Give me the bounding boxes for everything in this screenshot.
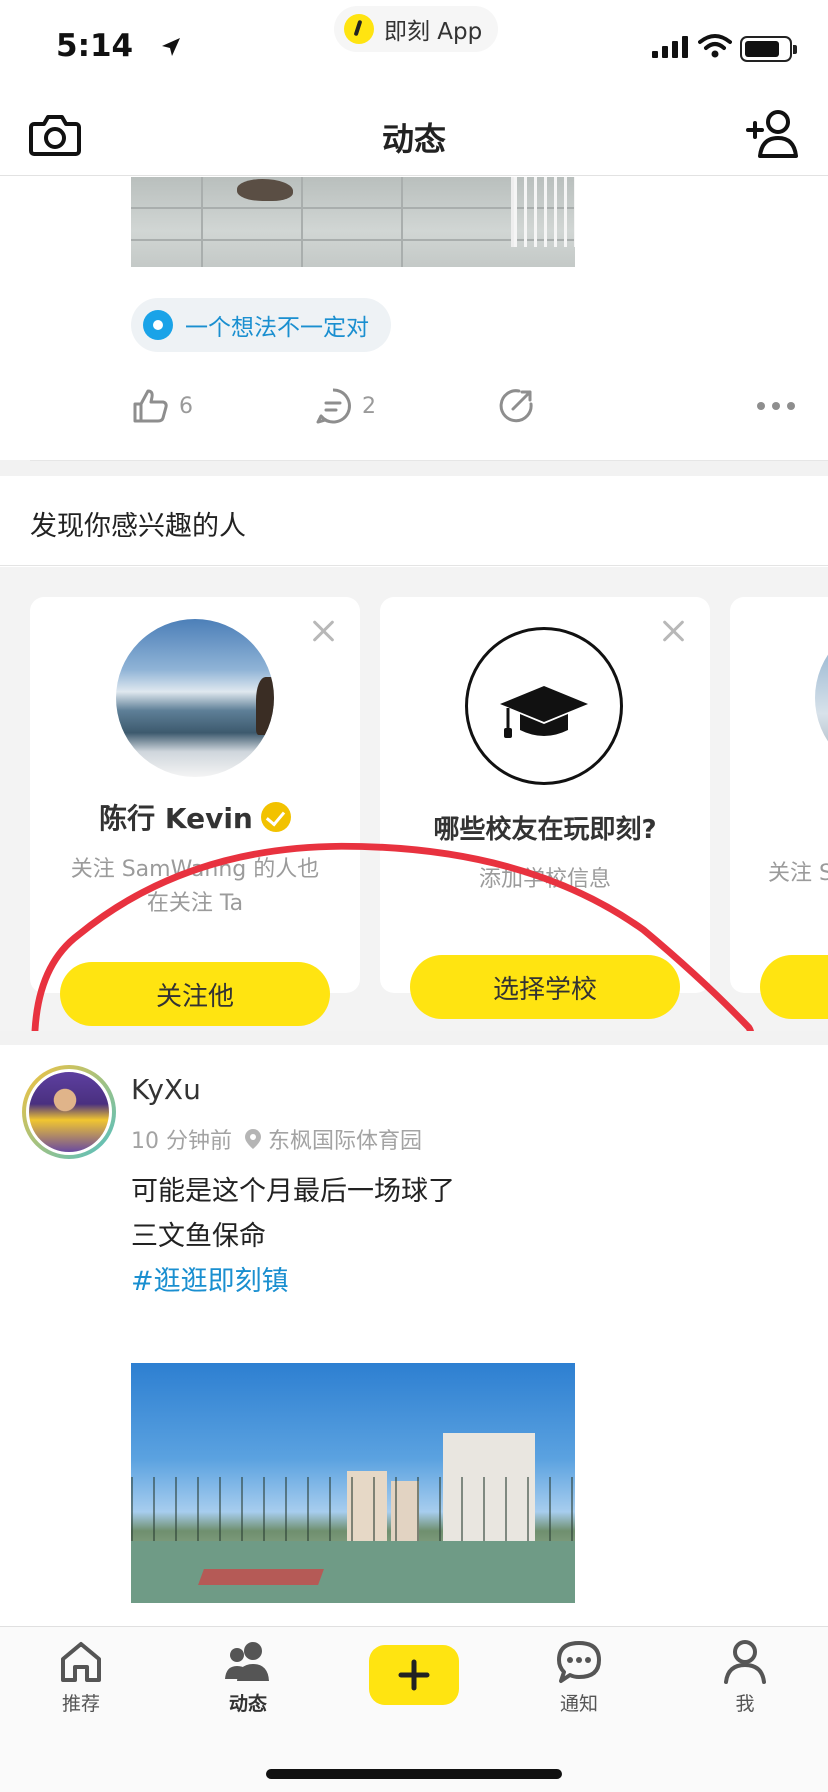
school-card[interactable]: 哪些校友在玩即刻? 添加学校信息 选择学校 — [380, 597, 710, 1019]
add-friend-icon[interactable] — [746, 108, 802, 160]
topic-label: 一个想法不一定对 — [185, 315, 369, 341]
avatar[interactable] — [22, 1065, 116, 1159]
plus-icon — [398, 1659, 430, 1691]
reason-line-2: 在关注 Ta — [146, 891, 244, 916]
post-text: 可能是这个月最后一场球了 三文鱼保命 #逛逛即刻镇 — [131, 1169, 455, 1304]
tab-recommend-label: 推荐 — [61, 1693, 100, 1715]
more-icon — [757, 402, 795, 410]
topic-chip[interactable]: 一个想法不一定对 — [131, 298, 391, 352]
post-meta: 10 分钟前 东枫国际体育园 — [131, 1123, 422, 1155]
feed-post[interactable]: KyXu 10 分钟前 东枫国际体育园 可能是这个月最后一场球了 三文鱼保命 #… — [0, 1045, 828, 1627]
school-card-title: 哪些校友在玩即刻? — [433, 815, 657, 845]
discover-header: 发现你感兴趣的人 — [0, 476, 828, 566]
school-card-subtitle: 添加学校信息 — [478, 867, 611, 892]
jike-logo-icon — [344, 14, 374, 44]
thumbs-up-icon — [133, 389, 168, 423]
tab-me-label: 我 — [735, 1693, 755, 1715]
section-divider — [0, 460, 828, 476]
tab-notifications[interactable]: 通知 — [534, 1639, 624, 1716]
tab-notifications-label: 通知 — [559, 1693, 598, 1715]
graduation-cap-icon — [465, 627, 623, 785]
people-icon — [225, 1642, 269, 1681]
status-time: 5:14 — [56, 28, 134, 64]
avatar[interactable] — [815, 619, 828, 777]
follow-button[interactable] — [760, 955, 828, 1019]
more-options-button[interactable] — [756, 401, 796, 411]
top-nav-bar: 动态 — [0, 100, 828, 176]
recommend-reason: 关注 SamWanng 的人也 在关注 Ta — [50, 853, 340, 921]
like-count: 6 — [179, 393, 193, 419]
home-indicator[interactable] — [266, 1769, 562, 1779]
comment-icon — [316, 388, 351, 424]
post-location[interactable]: 东枫国际体育园 — [268, 1123, 422, 1155]
post-image[interactable] — [131, 1363, 575, 1603]
like-button[interactable]: 6 — [131, 387, 193, 425]
topic-icon — [143, 310, 173, 340]
user-profile-icon — [724, 1640, 766, 1684]
page-title: 动态 — [381, 120, 446, 158]
tab-me[interactable]: 我 — [700, 1639, 790, 1716]
post-author[interactable]: KyXu — [131, 1073, 201, 1106]
home-icon — [61, 1642, 101, 1682]
new-post-button[interactable] — [369, 1645, 459, 1705]
bottom-tab-bar: 推荐 动态 通知 我 — [0, 1626, 828, 1792]
comment-count: 2 — [362, 393, 376, 419]
railing-in-photo — [511, 177, 575, 247]
post-text-line-2: 三文鱼保命 — [131, 1221, 266, 1252]
post-image[interactable] — [131, 177, 575, 267]
bird-in-photo — [237, 179, 293, 201]
close-icon[interactable] — [660, 617, 688, 645]
app-pill-label: 即刻 App — [384, 19, 483, 45]
follow-button[interactable]: 关注他 — [60, 962, 330, 1026]
avatar[interactable] — [116, 619, 274, 777]
location-arrow-icon — [162, 38, 180, 56]
user-name[interactable]: 陈行 Kevin — [99, 797, 253, 837]
tab-feed[interactable]: 动态 — [203, 1639, 293, 1716]
recommend-reason: 关注 S — [768, 861, 828, 886]
recommend-card-carousel[interactable]: 陈行 Kevin 关注 SamWanng 的人也 在关注 Ta 关注他 哪些校友… — [0, 567, 828, 1031]
post-hashtag[interactable]: #逛逛即刻镇 — [131, 1259, 455, 1304]
chat-bubble-icon — [557, 1641, 601, 1683]
wifi-icon — [698, 34, 732, 58]
location-pin-icon — [245, 1129, 261, 1149]
post-actions: 6 2 — [0, 387, 828, 443]
close-icon[interactable] — [310, 617, 338, 645]
post-text-line-1: 可能是这个月最后一场球了 — [131, 1176, 455, 1207]
comment-button[interactable]: 2 — [314, 387, 376, 425]
reason-line-1: 关注 SamWanng 的人也 — [70, 857, 320, 882]
tab-recommend[interactable]: 推荐 — [36, 1639, 126, 1716]
section-divider — [0, 1031, 828, 1045]
verified-badge-icon — [260, 802, 291, 832]
discover-title: 发现你感兴趣的人 — [30, 511, 246, 542]
feed-scroll-area[interactable]: 一个想法不一定对 6 2 发现你感兴趣的人 陈行 Kevin 关注 SamWan… — [0, 177, 828, 1627]
post-time: 10 分钟前 — [131, 1129, 232, 1154]
recommend-user-card-partial[interactable]: 关注 S — [730, 597, 828, 1019]
cellular-signal-icon — [652, 36, 688, 58]
battery-icon — [740, 36, 797, 62]
choose-school-button[interactable]: 选择学校 — [410, 955, 680, 1019]
share-icon — [499, 389, 533, 423]
tab-feed-label: 动态 — [228, 1693, 267, 1715]
recommend-user-card[interactable]: 陈行 Kevin 关注 SamWanng 的人也 在关注 Ta 关注他 — [30, 597, 360, 1026]
app-indicator-pill[interactable]: 即刻 App — [334, 6, 499, 52]
status-bar: 5:14 即刻 App — [0, 0, 828, 100]
share-button[interactable] — [498, 387, 536, 425]
